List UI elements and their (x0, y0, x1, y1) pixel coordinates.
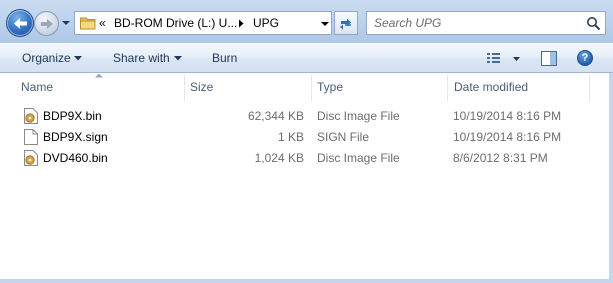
disc-image-file-icon (24, 108, 38, 124)
file-row[interactable]: BDP9X.sign 1 KB SIGN File 10/19/2014 8:1… (0, 127, 613, 147)
file-date-modified: 10/19/2014 8:16 PM (453, 130, 562, 144)
disc-image-file-icon (24, 150, 38, 166)
command-bar: Organize Share with Burn ? (0, 43, 613, 73)
column-header-type[interactable]: Type (317, 80, 343, 94)
file-date-modified: 10/19/2014 8:16 PM (453, 109, 562, 123)
column-divider[interactable] (447, 75, 448, 101)
help-button[interactable]: ? (577, 50, 593, 66)
explorer-window: « BD-ROM Drive (L:) U... UPG Search UPG … (0, 0, 613, 283)
file-type: SIGN File (317, 130, 370, 144)
change-view-button[interactable] (486, 52, 520, 66)
breadcrumb-separator-arrow-icon[interactable] (237, 19, 245, 28)
forward-arrow-icon (41, 19, 53, 29)
folder-icon (80, 17, 96, 30)
share-with-button[interactable]: Share with (113, 51, 170, 65)
address-row: « BD-ROM Drive (L:) U... UPG (0, 0, 613, 43)
share-with-dropdown-icon[interactable] (174, 56, 182, 61)
search-input[interactable] (367, 12, 584, 34)
file-type: Disc Image File (317, 109, 400, 123)
breadcrumb-drive[interactable]: BD-ROM Drive (L:) U... (114, 16, 237, 30)
file-name[interactable]: BDP9X.sign (43, 130, 108, 144)
search-icon[interactable] (586, 16, 601, 31)
breadcrumb-folder[interactable]: UPG (253, 16, 279, 30)
organize-button[interactable]: Organize (22, 51, 71, 65)
column-header-date-modified[interactable]: Date modified (454, 80, 528, 94)
view-dropdown-icon (513, 57, 520, 61)
file-size: 1,024 KB (254, 151, 304, 165)
sort-ascending-icon (95, 73, 103, 78)
burn-button[interactable]: Burn (212, 51, 237, 65)
file-row[interactable]: BDP9X.bin 62,344 KB Disc Image File 10/1… (0, 106, 613, 126)
preview-pane-button[interactable] (541, 51, 557, 66)
refresh-button[interactable] (334, 11, 358, 35)
forward-button[interactable] (34, 11, 59, 36)
file-type: Disc Image File (317, 151, 400, 165)
back-button[interactable] (6, 9, 34, 37)
organize-dropdown-icon[interactable] (74, 56, 82, 61)
file-name[interactable]: BDP9X.bin (43, 109, 102, 123)
file-row[interactable]: DVD460.bin 1,024 KB Disc Image File 8/6/… (0, 148, 613, 168)
details-view-icon (487, 53, 500, 63)
refresh-icon (340, 18, 351, 30)
column-divider[interactable] (311, 75, 312, 101)
file-size: 1 KB (277, 130, 304, 144)
column-divider[interactable] (589, 75, 590, 101)
file-size: 62,344 KB (247, 109, 304, 123)
address-history-dropdown-icon[interactable] (320, 20, 330, 28)
column-header-row: Name Size Type Date modified (0, 73, 613, 102)
window-frame-bottom (0, 279, 613, 283)
address-bar[interactable]: « BD-ROM Drive (L:) U... UPG (74, 11, 332, 35)
file-name[interactable]: DVD460.bin (43, 151, 108, 165)
breadcrumb-overflow[interactable]: « (99, 16, 106, 30)
search-box[interactable] (366, 11, 606, 35)
back-arrow-icon (14, 18, 27, 29)
column-header-name[interactable]: Name (21, 80, 53, 94)
file-date-modified: 8/6/2012 8:31 PM (453, 151, 548, 165)
column-header-size[interactable]: Size (190, 80, 213, 94)
recent-pages-dropdown[interactable] (61, 18, 71, 28)
window-frame-right (609, 73, 613, 283)
generic-file-icon (24, 129, 38, 145)
column-divider[interactable] (184, 75, 185, 101)
